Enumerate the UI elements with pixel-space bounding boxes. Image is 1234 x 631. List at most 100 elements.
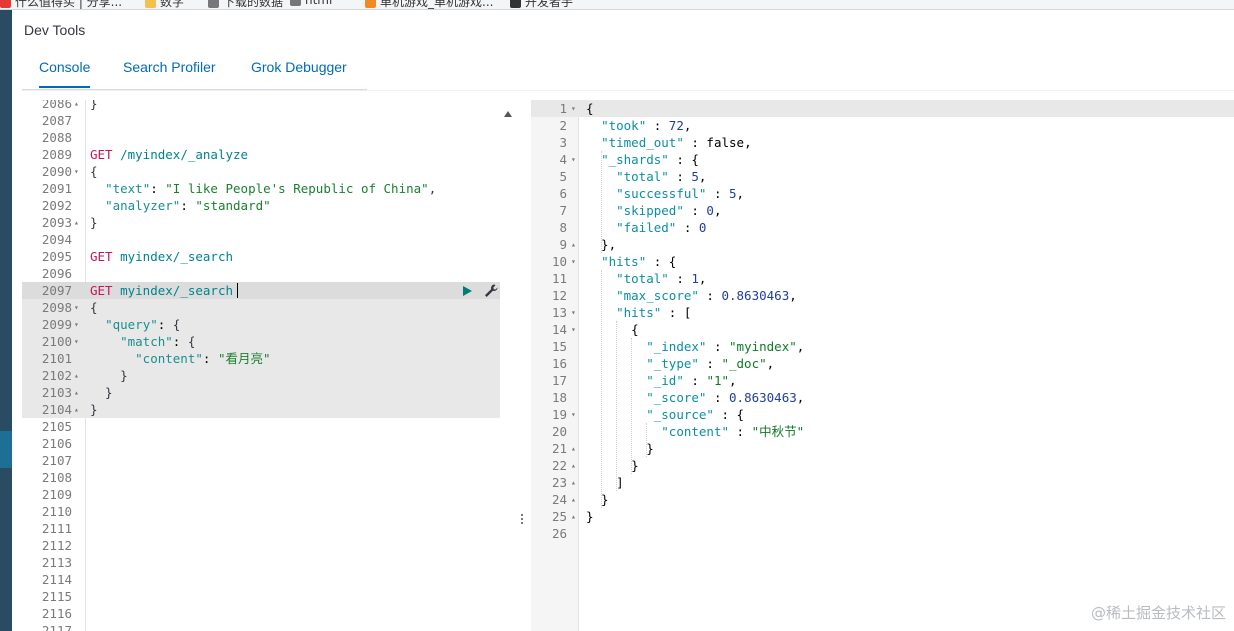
code-line[interactable]: } xyxy=(90,367,128,384)
line-number: 1 xyxy=(559,101,567,116)
request-editor[interactable]: 2086 ▴ 2087 2088 2089 2090 ▾ 2091 2092 2093 ▴ 2094 2… xyxy=(22,100,500,631)
code-line[interactable]: } xyxy=(586,508,594,525)
fold-open-icon[interactable]: ▾ xyxy=(74,316,79,333)
bookmark-item[interactable]: 单机游戏_单机游戏... xyxy=(365,0,494,9)
indent-guide xyxy=(631,338,633,474)
fold-close-icon[interactable]: ▴ xyxy=(74,100,79,112)
bookmark-label: 数字 xyxy=(160,0,185,9)
bookmark-item[interactable]: html xyxy=(290,0,332,7)
code-line[interactable]: "_type" : "_doc", xyxy=(586,355,774,372)
code-line[interactable]: "total" : 1, xyxy=(586,270,706,287)
fold-close-icon[interactable]: ▴ xyxy=(571,457,576,474)
line-number: 2116 xyxy=(41,606,72,621)
bookmark-item[interactable]: 开发者手 xyxy=(510,0,573,9)
code-line[interactable]: "max_score" : 0.8630463, xyxy=(586,287,797,304)
code-line[interactable]: "successful" : 5, xyxy=(586,185,744,202)
code-line[interactable]: "content" : "中秋节" xyxy=(586,423,804,440)
fold-open-icon[interactable]: ▾ xyxy=(571,321,576,338)
code-line[interactable]: "_shards" : { xyxy=(586,151,699,168)
fold-open-icon[interactable]: ▾ xyxy=(74,163,79,180)
side-nav-active-item[interactable] xyxy=(0,431,12,468)
code-line[interactable]: "text": "I like People's Republic of Chi… xyxy=(90,180,436,197)
line-number: 2113 xyxy=(41,555,72,570)
watermark: @稀土掘金技术社区 xyxy=(1090,604,1226,622)
line-number: 2091 xyxy=(41,181,72,196)
fold-open-icon[interactable]: ▾ xyxy=(571,253,576,270)
app-title: Dev Tools xyxy=(24,22,86,38)
line-number: 2099 xyxy=(41,317,72,332)
line-number: 2109 xyxy=(41,487,72,502)
tab-grok-debugger[interactable]: Grok Debugger xyxy=(251,59,347,75)
code-line[interactable]: GET /myindex/_analyze xyxy=(90,146,248,163)
fold-open-icon[interactable]: ▾ xyxy=(571,151,576,168)
fold-close-icon[interactable]: ▴ xyxy=(74,384,79,401)
code-line[interactable]: { xyxy=(90,163,98,180)
fold-open-icon[interactable]: ▾ xyxy=(571,304,576,321)
bookmark-item[interactable]: 下载的数据 xyxy=(208,0,284,9)
code-line[interactable]: "match": { xyxy=(90,333,195,350)
kibana-side-nav xyxy=(0,10,12,631)
code-line[interactable]: GET myindex/_search xyxy=(90,282,233,299)
fold-close-icon[interactable]: ▴ xyxy=(74,214,79,231)
code-line[interactable]: } xyxy=(90,100,98,112)
code-line[interactable]: ] xyxy=(586,474,624,491)
code-line[interactable]: } xyxy=(90,384,113,401)
code-line[interactable]: "timed_out" : false, xyxy=(586,134,752,151)
scroll-up-icon[interactable] xyxy=(504,104,512,117)
fold-close-icon[interactable]: ▴ xyxy=(571,491,576,508)
red-circle-icon xyxy=(0,0,11,8)
code-line[interactable]: { xyxy=(90,299,98,316)
bookmark-label: 单机游戏_单机游戏... xyxy=(380,0,494,9)
line-number: 2101 xyxy=(41,351,72,366)
fold-close-icon[interactable]: ▴ xyxy=(74,367,79,384)
code-line[interactable]: "hits" : { xyxy=(586,253,676,270)
line-number: 9 xyxy=(559,237,567,252)
line-number: 19 xyxy=(551,407,567,422)
line-number: 25 xyxy=(551,509,567,524)
code-line[interactable]: "skipped" : 0, xyxy=(586,202,721,219)
code-line[interactable]: "_score" : 0.8630463, xyxy=(586,389,804,406)
bookmark-label: 下载的数据 xyxy=(223,0,284,9)
fold-close-icon[interactable]: ▴ xyxy=(571,474,576,491)
code-line[interactable]: "took" : 72, xyxy=(586,117,691,134)
line-number: 24 xyxy=(551,492,567,507)
code-line[interactable]: GET myindex/_search xyxy=(90,248,233,265)
code-line[interactable]: "_id" : "1", xyxy=(586,372,736,389)
code-line[interactable]: "analyzer": "standard" xyxy=(90,197,271,214)
code-line[interactable]: "total" : 5, xyxy=(586,168,706,185)
fold-close-icon[interactable]: ▴ xyxy=(571,236,576,253)
tab-console[interactable]: Console xyxy=(39,59,91,88)
code-line[interactable]: } xyxy=(90,214,98,231)
fold-close-icon[interactable]: ▴ xyxy=(571,440,576,457)
wrench-icon[interactable] xyxy=(483,283,499,299)
code-line[interactable]: { xyxy=(586,321,639,338)
bookmark-label: html xyxy=(305,0,333,7)
code-line[interactable]: "failed" : 0 xyxy=(586,219,706,236)
play-icon[interactable] xyxy=(461,285,473,297)
code-line[interactable]: } xyxy=(586,440,654,457)
fold-close-icon[interactable]: ▴ xyxy=(571,508,576,525)
fold-open-icon[interactable]: ▾ xyxy=(571,406,576,423)
line-number: 2098 xyxy=(41,300,72,315)
fold-open-icon[interactable]: ▾ xyxy=(74,299,79,316)
bookmark-item[interactable]: 数字 xyxy=(145,0,185,9)
fold-open-icon[interactable]: ▾ xyxy=(571,100,576,117)
code-line[interactable]: "_source" : { xyxy=(586,406,744,423)
response-editor[interactable]: 1 ▾ 2 3 4 ▾ 5 6 7 8 9 ▴ 10 ▾ 11 12 13 ▾ 14 ▾ 15 16 17 18 19 ▾ 20 21… xyxy=(531,100,1234,631)
code-line[interactable]: } xyxy=(586,491,609,508)
code-line[interactable]: "_index" : "myindex", xyxy=(586,338,804,355)
code-line[interactable]: "content": "看月亮" xyxy=(90,350,270,367)
fold-open-icon[interactable]: ▾ xyxy=(74,333,79,350)
bookmark-label: 什么值得买 | 分享... xyxy=(15,0,123,9)
code-line[interactable]: } xyxy=(90,401,98,418)
tab-search-profiler[interactable]: Search Profiler xyxy=(123,59,216,75)
code-line[interactable]: { xyxy=(586,100,594,117)
file-icon xyxy=(208,0,219,8)
line-number: 4 xyxy=(559,152,567,167)
flame-icon xyxy=(365,0,376,8)
drag-handle-icon[interactable] xyxy=(518,512,526,532)
bookmark-item[interactable]: 什么值得买 | 分享... xyxy=(0,0,123,9)
line-number: 6 xyxy=(559,186,567,201)
fold-close-icon[interactable]: ▴ xyxy=(74,401,79,418)
code-line[interactable]: "query": { xyxy=(90,316,180,333)
